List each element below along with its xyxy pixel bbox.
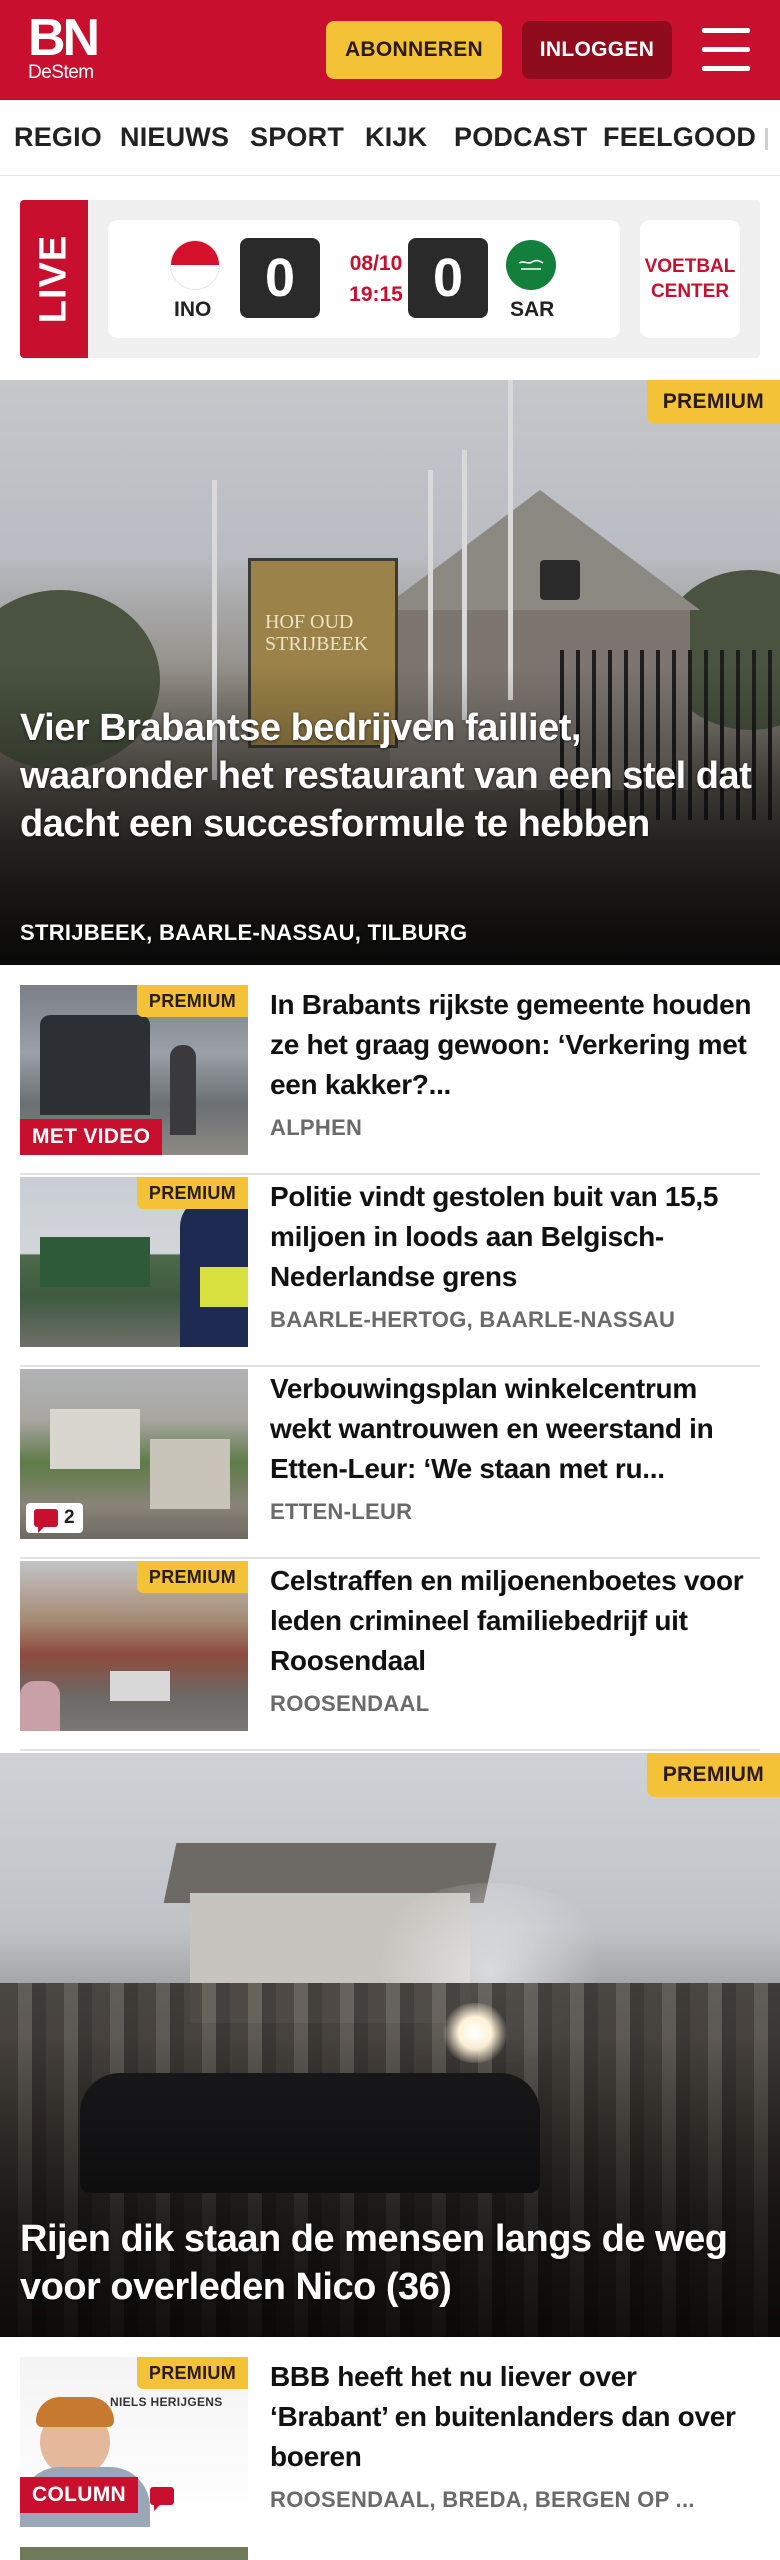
premium-badge: PREMIUM <box>646 380 780 424</box>
indonesia-flag-icon <box>170 240 220 290</box>
sign-line-1: HOF OUD <box>265 611 354 633</box>
building-block-shape <box>50 1409 140 1469</box>
premium-badge: PREMIUM <box>136 2357 248 2389</box>
home-score: 0 <box>240 238 320 318</box>
nav-item-podcast[interactable]: PODCAST <box>454 122 587 153</box>
article-thumbnail: PREMIUM <box>20 1561 248 1731</box>
police-vest-stripe <box>200 1267 248 1307</box>
article-thumbnail: PREMIUM <box>20 1177 248 1347</box>
hero-article-1[interactable]: HOF OUD STRIJBEEK PREMIUM Vier Brabantse… <box>0 380 780 965</box>
login-button[interactable]: INLOGGEN <box>522 21 672 79</box>
list-item[interactable]: PREMIUM MET VIDEO In Brabants rijkste ge… <box>20 985 760 1175</box>
subscribe-button[interactable]: ABONNEREN <box>326 21 502 79</box>
nav-item-nieuws[interactable]: NIEUWS <box>120 122 229 153</box>
article-location: ROOSENDAAL, BREDA, BERGEN OP ... <box>270 2487 695 2512</box>
article-thumbnail: PREMIUM MET VIDEO <box>20 985 248 1155</box>
premium-badge: PREMIUM <box>136 985 248 1017</box>
premium-badge: PREMIUM <box>136 1177 248 1209</box>
voetbal-center-line1: VOETBAL <box>644 256 736 277</box>
warehouse-shape <box>40 1237 150 1287</box>
away-score: 0 <box>408 238 488 318</box>
video-tag: MET VIDEO <box>20 1119 163 1155</box>
comment-count-badge[interactable]: 2 <box>26 1503 83 1533</box>
article-thumbnail: 2 <box>20 1369 248 1539</box>
article-thumbnail <box>20 2547 248 2560</box>
car-trunk-shape <box>40 1015 150 1115</box>
main-nav: REGIO NIEUWS SPORT KIJK PODCAST FEELGOOD <box>0 100 780 176</box>
article-location: ETTEN-LEUR <box>270 1499 413 1524</box>
site-header: BN DeStem ABONNEREN INLOGGEN <box>0 0 780 100</box>
article-location: ROOSENDAAL <box>270 1691 430 1716</box>
flag-emblem <box>518 259 544 270</box>
match-date: 08/10 <box>349 252 403 275</box>
nav-item-kijk[interactable]: KIJK <box>365 122 427 153</box>
article-location: ALPHEN <box>270 1115 363 1140</box>
next-list-item-partial <box>20 2537 760 2560</box>
article-title[interactable]: In Brabants rijkste gemeente houden ze h… <box>270 985 756 1105</box>
hero-title[interactable]: Rijen dik staan de mensen langs de weg v… <box>20 2215 762 2311</box>
article-title[interactable]: Verbouwingsplan winkelcentrum wekt wantr… <box>270 1369 756 1489</box>
columnist-name: NIELS HERIJGENS <box>110 2395 223 2409</box>
hero-title[interactable]: Vier Brabantse bedrijven failliet, waaro… <box>20 704 762 848</box>
voetbal-center-line2: CENTER <box>650 281 730 302</box>
article-thumbnail: NIELS HERIJGENS PREMIUM COLUMN <box>20 2357 248 2527</box>
voetbal-center-link[interactable]: VOETBAL CENTER <box>640 220 740 338</box>
hero-article-2[interactable]: PREMIUM Rijen dik staan de mensen langs … <box>0 1753 780 2337</box>
home-team-code: INO <box>174 298 212 321</box>
van-shape <box>110 1671 170 1701</box>
list-item[interactable]: PREMIUM Politie vindt gestolen buit van … <box>20 1177 760 1367</box>
list-item[interactable]: 2 Verbouwingsplan winkelcentrum wekt wan… <box>20 1369 760 1559</box>
hamburger-icon[interactable] <box>700 26 752 74</box>
comment-count: 2 <box>64 1507 75 1528</box>
away-team-code: SAR <box>510 298 555 321</box>
car-shape <box>20 1681 60 1731</box>
list-item[interactable]: NIELS HERIJGENS PREMIUM COLUMN BBB heeft… <box>20 2357 760 2537</box>
article-title[interactable]: Politie vindt gestolen buit van 15,5 mil… <box>270 1177 756 1297</box>
comment-icon[interactable] <box>150 2487 174 2511</box>
nav-item-sport[interactable]: SPORT <box>250 122 344 153</box>
flag-pole <box>508 380 513 700</box>
columnist-portrait-hair <box>36 2397 114 2427</box>
article-title[interactable]: Celstraffen en miljoenenboetes voor lede… <box>270 1561 756 1681</box>
nav-item-feelgood[interactable]: FEELGOOD <box>603 122 756 153</box>
saudi-arabia-flag-icon <box>506 240 556 290</box>
match-time: 19:15 <box>349 283 403 306</box>
live-label: LIVE <box>32 234 75 324</box>
comment-icon <box>34 1509 58 1533</box>
building-block-shape <box>150 1439 230 1509</box>
site-logo[interactable]: BN DeStem <box>28 9 100 84</box>
sign-text: HOF OUD STRIJBEEK <box>265 611 368 655</box>
column-tag: COLUMN <box>20 2477 138 2513</box>
match-card[interactable]: INO 0 08/10 19:15 0 SAR <box>108 220 620 338</box>
match-datetime: 08/10 19:15 <box>334 248 418 310</box>
live-tag: LIVE <box>20 200 88 358</box>
nav-overflow-edge <box>765 128 768 150</box>
lantern <box>540 560 580 600</box>
list-item[interactable]: PREMIUM Celstraffen en miljoenenboetes v… <box>20 1561 760 1751</box>
premium-badge: PREMIUM <box>646 1753 780 1797</box>
sign-line-2: STRIJBEEK <box>265 633 369 655</box>
premium-badge: PREMIUM <box>136 1561 248 1593</box>
nav-item-regio[interactable]: REGIO <box>14 122 102 153</box>
article-title[interactable]: BBB heeft het nu liever over ‘Brabant’ e… <box>270 2357 756 2477</box>
hero-location: STRIJBEEK, BAARLE-NASSAU, TILBURG <box>20 920 468 945</box>
article-location: BAARLE-HERTOG, BAARLE-NASSAU <box>270 1307 676 1332</box>
logo-mark: BN <box>28 9 100 67</box>
logo-subtitle: DeStem <box>28 62 94 83</box>
live-score-widget: LIVE INO 0 08/10 19:15 0 SAR VOETBAL CEN… <box>20 200 760 358</box>
person-shape <box>170 1045 196 1135</box>
